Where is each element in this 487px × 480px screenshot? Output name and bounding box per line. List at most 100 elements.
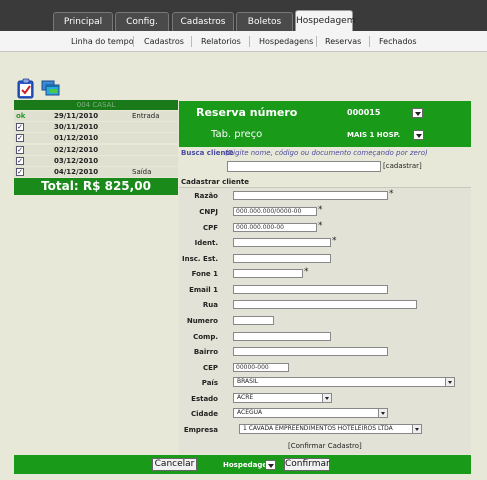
cep-input[interactable]: 00000-000	[233, 363, 289, 372]
price-table-value: MAIS 1 HOSP.	[347, 131, 401, 139]
empresa-select[interactable]: 1 CAVADA EMPREENDIMENTOS HOTELEIROS LTDA	[239, 424, 422, 434]
estado-select[interactable]: ACRE	[233, 393, 332, 403]
tab-config[interactable]: Config.	[115, 12, 169, 31]
day-date: 29/11/2010	[54, 112, 99, 120]
search-client-input[interactable]	[227, 161, 381, 172]
day-checkbox[interactable]: ✓	[16, 134, 24, 142]
bairro-input[interactable]	[233, 347, 388, 356]
sub-menu: Linha do tempo Cadastros Relatorios Hosp…	[0, 31, 487, 52]
cpf-label: CPF	[202, 224, 218, 232]
bottom-action-bar: Cancelar Hospedagem Confirmar	[14, 455, 471, 474]
pais-select[interactable]: BRASIL	[233, 377, 455, 387]
submenu-divider	[369, 36, 370, 47]
estado-value: ACRE	[237, 394, 254, 401]
comp-label: Comp.	[193, 333, 218, 341]
day-date: 02/12/2010	[54, 146, 99, 154]
submenu-divider	[249, 36, 250, 47]
room-header: 004 CASAL	[14, 100, 178, 110]
rua-label: Rua	[202, 301, 218, 309]
email-label: Email 1	[189, 286, 218, 294]
cpf-input[interactable]: 000.000.000-00	[233, 223, 317, 232]
confirm-registration-link[interactable]: [Confirmar Cadastro]	[288, 442, 362, 450]
top-tab-bar: Principal Config. Cadastros Boletos Hosp…	[0, 0, 487, 31]
day-date: 03/12/2010	[54, 157, 99, 165]
razao-label: Razão	[194, 192, 218, 200]
required-mark: *	[318, 221, 323, 231]
submenu-cadastros[interactable]: Cadastros	[144, 31, 184, 52]
estado-label: Estado	[191, 395, 218, 403]
submenu-divider	[316, 36, 317, 47]
cep-label: CEP	[202, 364, 218, 372]
reservation-number-dropdown[interactable]	[412, 108, 423, 118]
empresa-value: 1 CAVADA EMPREENDIMENTOS HOTELEIROS LTDA	[243, 425, 393, 432]
day-checkbox[interactable]: ✓	[16, 146, 24, 154]
ok-status: ok	[16, 112, 26, 120]
day-row: ok 29/11/2010 Entrada	[14, 111, 178, 121]
comp-input[interactable]	[233, 332, 331, 341]
day-tag: Saída	[132, 168, 152, 176]
bairro-label: Bairro	[193, 348, 218, 356]
required-mark: *	[304, 267, 309, 277]
submenu-reservas[interactable]: Reservas	[325, 31, 361, 52]
empresa-label: Empresa	[183, 426, 218, 434]
cidade-select[interactable]: ACEGUA	[233, 408, 388, 418]
pais-value: BRASIL	[237, 378, 259, 385]
fone-input[interactable]	[233, 269, 303, 278]
submenu-hospedagens[interactable]: Hospedagens	[259, 31, 313, 52]
reservation-number-label: Reserva número	[196, 106, 298, 119]
ident-label: Ident.	[194, 239, 218, 247]
day-date: 01/12/2010	[54, 134, 99, 142]
cidade-label: Cidade	[190, 410, 218, 418]
day-row: ✓ 04/12/2010 Saída	[14, 167, 178, 177]
day-checkbox[interactable]: ✓	[16, 168, 24, 176]
clipboard-icon[interactable]	[17, 78, 35, 99]
day-row: ✓ 30/11/2010	[14, 122, 178, 132]
insc-est-label: Insc. Est.	[182, 255, 218, 263]
cancel-button[interactable]: Cancelar	[152, 458, 197, 471]
register-client-title: Cadastrar cliente	[181, 178, 249, 186]
chevron-down-icon	[322, 394, 331, 402]
confirm-button[interactable]: Confirmar	[284, 458, 330, 471]
email-input[interactable]	[233, 285, 388, 294]
ident-input[interactable]	[233, 238, 331, 247]
submenu-linha-do-tempo[interactable]: Linha do tempo	[71, 31, 134, 52]
day-tag: Entrada	[132, 112, 160, 120]
submenu-fechados[interactable]: Fechados	[379, 31, 417, 52]
insc-est-input[interactable]	[233, 254, 331, 263]
tab-cadastros[interactable]: Cadastros	[172, 12, 234, 31]
day-row: ✓ 03/12/2010	[14, 156, 178, 166]
cidade-value: ACEGUA	[237, 409, 263, 416]
price-table-dropdown[interactable]	[413, 130, 424, 140]
search-client-hint: (Digite nome, código ou documento começa…	[225, 149, 428, 157]
chevron-down-icon	[445, 378, 454, 386]
submenu-relatorios[interactable]: Relatorios	[201, 31, 241, 52]
required-mark: *	[389, 189, 394, 199]
chevron-down-icon	[412, 425, 421, 433]
cnpj-label: CNPJ	[199, 208, 218, 216]
required-mark: *	[318, 205, 323, 215]
submenu-divider	[191, 36, 192, 47]
submenu-divider	[133, 36, 134, 47]
tab-boletos[interactable]: Boletos	[236, 12, 293, 31]
register-link[interactable]: [cadastrar]	[383, 162, 422, 170]
numero-label: Numero	[186, 317, 218, 325]
day-checkbox[interactable]: ✓	[16, 123, 24, 131]
fone-label: Fone 1	[191, 270, 218, 278]
hospedagem-dropdown[interactable]	[265, 460, 276, 470]
rua-input[interactable]	[233, 300, 417, 309]
tab-hospedagem[interactable]: Hospedagem	[295, 10, 355, 31]
day-date: 04/12/2010	[54, 168, 99, 176]
pais-label: País	[201, 379, 218, 387]
razao-input[interactable]	[233, 191, 388, 200]
windows-icon[interactable]	[41, 80, 61, 97]
required-mark: *	[332, 236, 337, 246]
price-table-label: Tab. preço	[211, 129, 263, 140]
reservation-header: Reserva número 000015 Tab. preço MAIS 1 …	[179, 101, 471, 147]
tab-principal[interactable]: Principal	[53, 12, 113, 31]
cnpj-input[interactable]: 000.000.000/0000-00	[233, 207, 317, 216]
day-date: 30/11/2010	[54, 123, 99, 131]
reservation-number-value: 000015	[347, 108, 381, 117]
numero-input[interactable]	[233, 316, 274, 325]
day-row: ✓ 01/12/2010	[14, 133, 178, 143]
day-checkbox[interactable]: ✓	[16, 157, 24, 165]
